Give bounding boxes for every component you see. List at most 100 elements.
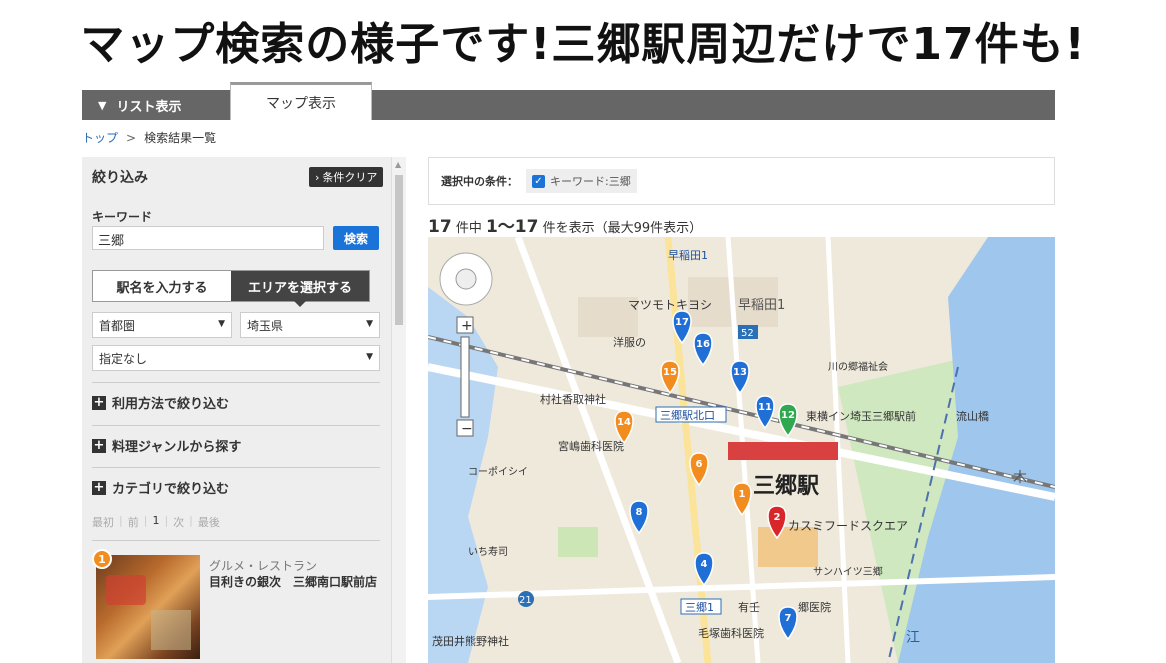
tab-area-select[interactable]: エリアを選択する <box>231 271 369 307</box>
map-label: コーポイシイ <box>468 466 528 478</box>
zoom-out-icon: − <box>461 421 473 437</box>
map-label: 三郷1 <box>685 600 714 614</box>
map-pin-number: 12 <box>781 410 795 421</box>
chevron-down-icon: ▼ <box>98 98 107 112</box>
clear-conditions-button[interactable]: › 条件クリア <box>309 167 384 187</box>
chevron-right-icon: › <box>315 170 320 184</box>
conditions-label: 選択中の条件： <box>441 175 518 188</box>
scroll-up-icon[interactable]: ▲ <box>395 160 401 169</box>
tab-list-label: リスト表示 <box>116 99 182 115</box>
prefecture-select[interactable]: 埼玉県 ▼ <box>240 312 380 338</box>
breadcrumb: トップ > 検索結果一覧 <box>82 129 216 146</box>
map-label: カスミフードスクエア <box>788 519 908 533</box>
checkbox-checked-icon[interactable]: ✓ <box>532 174 545 188</box>
breadcrumb-home-link[interactable]: トップ <box>82 131 118 145</box>
pager-first[interactable]: 最初 <box>92 514 114 530</box>
accordion-cuisine[interactable]: + 料理ジャンルから探す <box>92 425 380 465</box>
map-block <box>758 527 818 567</box>
region-select[interactable]: 首都圏 ▼ <box>92 312 232 338</box>
pager-divider: | <box>143 514 148 527</box>
tab-list-view[interactable]: ▼ リスト表示 <box>82 90 230 120</box>
city-select-value: 指定なし <box>99 351 148 366</box>
map-station-platform <box>728 442 838 460</box>
map-label: 三郷駅 <box>753 474 819 499</box>
map-label: いち寿司 <box>468 545 508 558</box>
tab-map-view[interactable]: マップ表示 <box>230 82 372 120</box>
map-label: 流山橋 <box>956 409 989 423</box>
keyword-label: キーワード <box>92 210 153 224</box>
scrollbar-thumb[interactable] <box>395 175 403 325</box>
map-label: 茂田井熊野神社 <box>432 634 509 648</box>
map-label: 郷医院 <box>798 600 831 614</box>
breadcrumb-current: 検索結果一覧 <box>144 131 217 145</box>
breadcrumb-separator: > <box>126 131 137 145</box>
map-pin-number: 15 <box>663 367 677 378</box>
map-canvas[interactable]: + − 早稲田1 マツモトキヨシ 早稲田1 52 川の郷福祉会 洋服の 村社香取… <box>428 237 1055 663</box>
map-label: 宮嶋歯科医院 <box>558 439 624 453</box>
map-pin-number: 4 <box>701 559 708 570</box>
map-pin-number: 16 <box>696 339 710 350</box>
keyword-input[interactable]: 三郷 <box>92 226 324 250</box>
pager-divider: | <box>164 514 169 527</box>
map-pin-number: 2 <box>774 512 781 523</box>
map-label: 52 <box>741 328 754 339</box>
search-button[interactable]: 検索 <box>333 226 379 250</box>
map-zoom-slider[interactable] <box>460 336 470 418</box>
city-select[interactable]: 指定なし ▼ <box>92 345 380 371</box>
accordion-usage-label: 利用方法で絞り込む <box>112 397 230 412</box>
map-label: 毛塚歯科医院 <box>698 626 764 640</box>
map-pan-center-icon[interactable] <box>455 268 477 290</box>
clear-conditions-label: 条件クリア <box>322 171 378 184</box>
plus-icon: + <box>92 394 106 410</box>
accordion-category-label: カテゴリで絞り込む <box>112 482 230 497</box>
map-label: 三郷駅北口 <box>660 408 715 422</box>
location-mode-toggle: 駅名を入力する エリアを選択する <box>92 270 370 307</box>
zoom-in-icon: + <box>461 318 473 334</box>
pager-last[interactable]: 最後 <box>198 514 220 530</box>
map-label: 早稲田1 <box>738 298 785 313</box>
pager-divider: | <box>189 514 193 527</box>
map-pin-number: 11 <box>758 402 772 413</box>
condition-chip-label: キーワード:三郷 <box>550 175 631 188</box>
map-label: 早稲田1 <box>668 249 708 262</box>
result-name-link[interactable]: 目利きの銀次 三郷南口駅前店 <box>209 574 379 591</box>
tab-station-input[interactable]: 駅名を入力する <box>93 271 231 301</box>
map-pin-number: 6 <box>696 459 703 470</box>
caret-down-icon: ▼ <box>366 319 373 329</box>
caret-down-icon: ▼ <box>366 352 373 362</box>
result-count: 17 件中 1〜17 件を表示（最大99件表示） <box>428 212 702 237</box>
map-pin-number: 8 <box>636 507 643 518</box>
map-pin-number: 17 <box>675 317 689 328</box>
pager-current: 1 <box>152 514 160 527</box>
result-thumbnail[interactable] <box>96 555 200 659</box>
plus-icon: + <box>92 437 106 453</box>
accordion-category[interactable]: + カテゴリで絞り込む <box>92 467 380 507</box>
count-range: 1〜17 <box>485 217 539 237</box>
accordion-cuisine-label: 料理ジャンルから探す <box>112 440 242 455</box>
map-label: 洋服の <box>613 335 646 349</box>
map-label: 有壬 <box>738 600 760 614</box>
condition-chip[interactable]: ✓ キーワード:三郷 <box>526 169 637 193</box>
map-label: 21 <box>519 595 532 606</box>
map-view[interactable]: + − 早稲田1 マツモトキヨシ 早稲田1 52 川の郷福祉会 洋服の 村社香取… <box>428 237 1055 663</box>
caret-down-icon: ▼ <box>218 319 225 329</box>
map-pin-number: 1 <box>739 489 746 500</box>
map-pin-number: 14 <box>617 417 631 428</box>
pager-prev[interactable]: 前 <box>128 514 139 530</box>
sidebar-scrollbar[interactable]: ▲ <box>392 157 406 663</box>
result-item[interactable]: 1 グルメ・レストラン 目利きの銀次 三郷南口駅前店 <box>92 540 380 659</box>
accordion-usage[interactable]: + 利用方法で絞り込む <box>92 382 380 422</box>
map-label: 江 <box>906 630 920 646</box>
count-tail: 件を表示（最大99件表示） <box>542 221 703 236</box>
map-label: 木 <box>1013 470 1027 486</box>
screenshot-caption: マップ検索の様子です!三郷駅周辺だけで17件も! <box>80 19 1086 70</box>
prefecture-select-value: 埼玉県 <box>247 318 284 333</box>
map-pin-number: 7 <box>785 613 792 624</box>
map-label: 川の郷福祉会 <box>828 360 888 373</box>
result-number-badge: 1 <box>92 549 112 569</box>
pager-next[interactable]: 次 <box>173 514 184 530</box>
map-label: マツモトキヨシ <box>628 298 712 312</box>
pager: 最初 | 前 | 1 | 次 | 最後 <box>92 514 220 530</box>
filter-title: 絞り込み <box>92 170 148 186</box>
map-label: 村社香取神社 <box>540 392 606 406</box>
